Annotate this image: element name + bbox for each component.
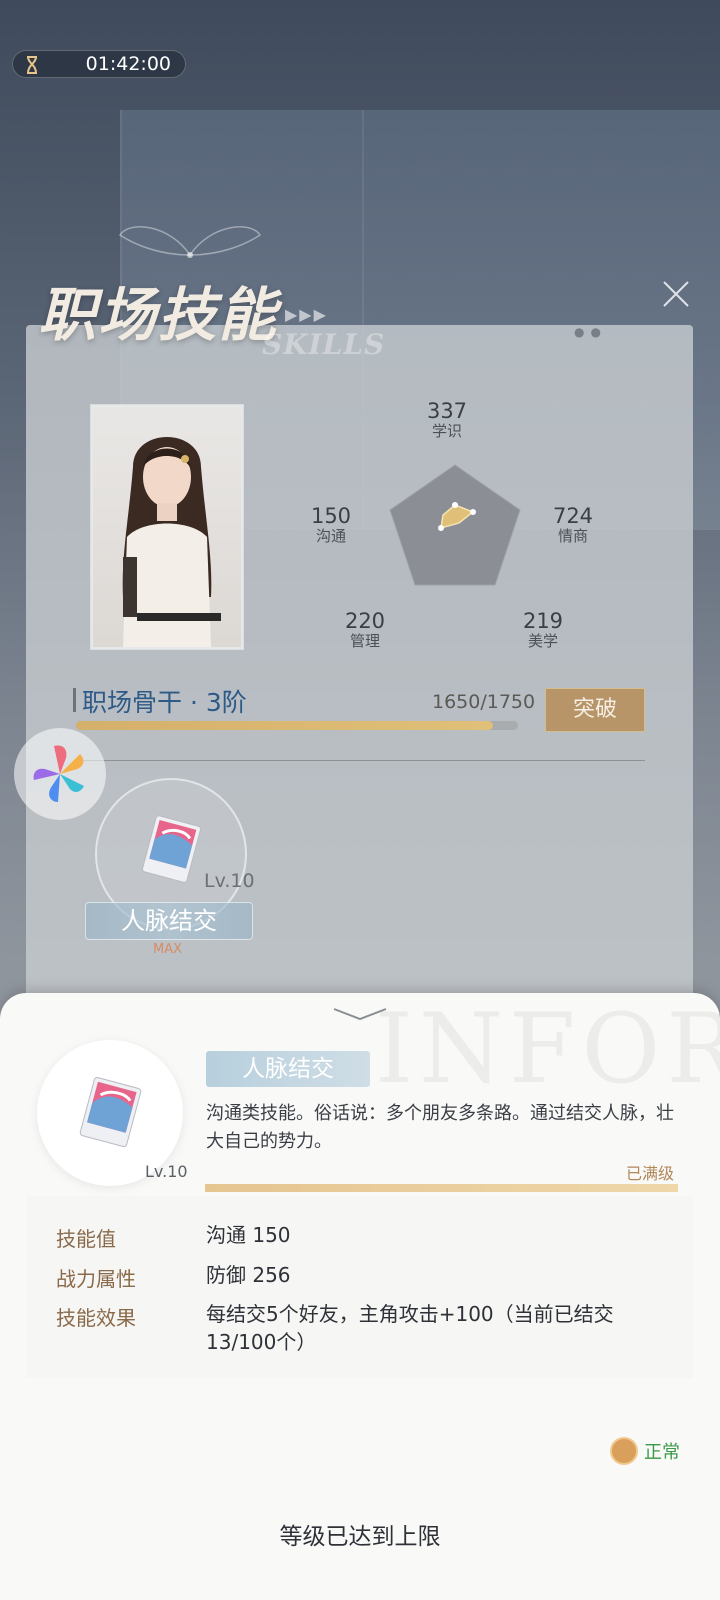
rank-progress-text: 1650/1750 xyxy=(432,691,536,713)
stat-value: 220 xyxy=(344,609,386,633)
breakthrough-button[interactable]: 突破 xyxy=(545,688,645,732)
attr-value: 每结交5个好友，主角攻击+100（当前已结交13/100个） xyxy=(206,1302,614,1354)
attr-label: 技能效果 xyxy=(56,1306,136,1330)
stat-label: 学识 xyxy=(431,422,462,440)
skill-level: Lv.10 xyxy=(204,870,255,892)
watermark-text: INFOR xyxy=(375,993,720,1105)
page-title: 职场技能 xyxy=(38,281,279,349)
character-portrait[interactable] xyxy=(90,404,244,650)
stat-label: 管理 xyxy=(349,632,380,650)
skill-description: 沟通类技能。俗话说：多个朋友多条路。通过结交人脉，壮大自己的势力。 xyxy=(206,1103,674,1152)
page-subtitle: SKILLS xyxy=(262,328,386,361)
character-illustration-icon xyxy=(122,437,221,647)
chevron-down-icon[interactable] xyxy=(330,1005,390,1025)
timer-badge: 01:42:00 xyxy=(12,50,186,78)
skill-name: 人脉结交 xyxy=(206,1051,370,1087)
status-text: 正常 xyxy=(644,1442,680,1463)
stat-xueshi: 337 学识 xyxy=(418,400,476,440)
status-indicator: 正常 xyxy=(610,1437,680,1465)
attr-value: 沟通 150 xyxy=(206,1223,291,1247)
rank-progress-bar xyxy=(76,721,518,730)
stat-guanli: 220 管理 xyxy=(336,610,394,650)
rank-title: 职场骨干 · 3阶 xyxy=(82,688,247,717)
attr-label: 技能值 xyxy=(56,1227,116,1251)
smile-face-icon xyxy=(610,1437,638,1465)
hourglass-icon xyxy=(27,56,37,74)
side-menu-button[interactable] xyxy=(14,728,106,820)
skill-level: Lv.10 xyxy=(145,1162,188,1181)
skill-name-tag[interactable]: 人脉结交 xyxy=(85,902,253,940)
stat-meixue: 219 美学 xyxy=(514,610,572,650)
stat-qingshang: 724 情商 xyxy=(544,505,602,545)
stat-value: 724 xyxy=(552,504,594,528)
stats-radar-chart xyxy=(389,464,521,586)
pinwheel-logo-icon xyxy=(33,745,84,802)
divider xyxy=(75,760,645,761)
stat-label: 沟通 xyxy=(315,527,346,545)
panel-dots-decoration: ●● xyxy=(574,325,607,339)
attr-label: 战力属性 xyxy=(56,1267,136,1291)
max-label: MAX xyxy=(153,942,183,957)
arrow-decoration-icon: ▶▶▶ xyxy=(285,305,328,324)
close-icon[interactable] xyxy=(660,278,692,310)
maxed-progress-bar xyxy=(205,1184,678,1192)
stat-value: 150 xyxy=(310,504,352,528)
timer-value: 01:42:00 xyxy=(85,53,171,75)
stat-value: 219 xyxy=(522,609,564,633)
book-icon xyxy=(79,1077,142,1148)
attr-value: 防御 256 xyxy=(206,1263,291,1287)
level-limit-message: 等级已达到上限 xyxy=(279,1524,441,1550)
stat-label: 情商 xyxy=(557,527,588,545)
stat-goutong: 150 沟通 xyxy=(302,505,360,545)
rank-progress-fill xyxy=(76,721,493,730)
stat-value: 337 xyxy=(426,399,468,423)
maxed-label: 已满级 xyxy=(626,1164,675,1183)
rank-marker xyxy=(73,688,76,712)
stat-label: 美学 xyxy=(527,632,558,650)
book-icon xyxy=(141,815,202,883)
